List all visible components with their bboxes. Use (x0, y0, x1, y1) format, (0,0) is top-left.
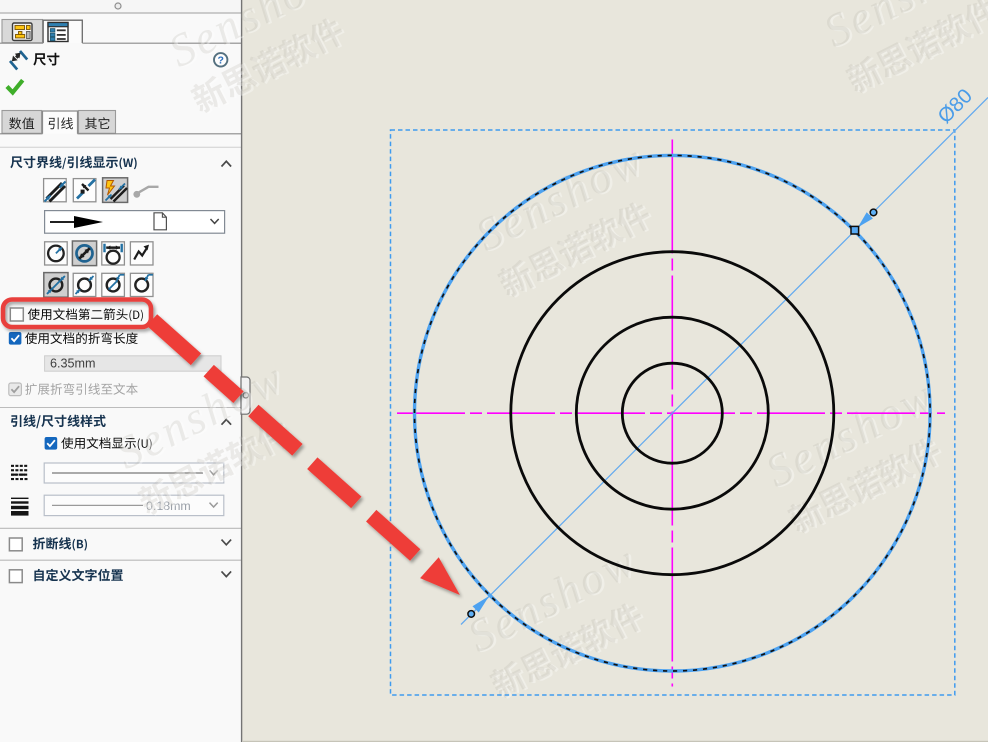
svg-text:6.35mm: 6.35mm (50, 357, 96, 371)
